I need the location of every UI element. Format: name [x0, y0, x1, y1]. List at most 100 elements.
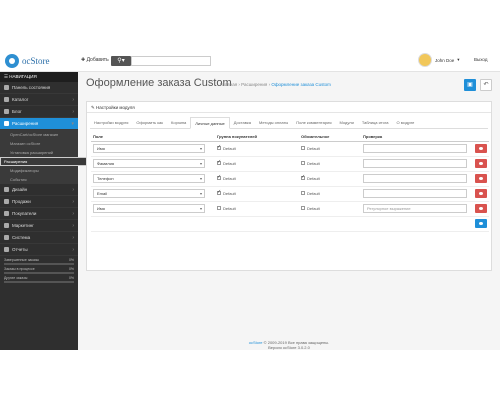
- tab-module-settings[interactable]: Настройки модуля: [90, 117, 132, 128]
- sidebar-subitem[interactable]: OpenCart/ocStore магазин: [0, 130, 78, 139]
- column-header: Группа покупателей: [215, 133, 299, 142]
- sidebar-subitem[interactable]: Модификаторы: [0, 166, 78, 175]
- tag-icon: [4, 97, 9, 102]
- table-row: Имя Default Default: [91, 141, 489, 157]
- sidebar-item-label: Блог: [12, 108, 22, 114]
- user-name: John Doe: [435, 57, 455, 63]
- user-menu[interactable]: John Doe ▾: [418, 53, 460, 67]
- required-checkbox[interactable]: Default: [301, 174, 320, 181]
- search-filter-button[interactable]: ⚲▾: [111, 56, 131, 66]
- table-header-row: Поле Группа покупателей Обязательное Про…: [91, 133, 489, 142]
- tab-shipping[interactable]: Доставка: [230, 117, 255, 128]
- breadcrumb-item[interactable]: Главная: [220, 82, 237, 87]
- tab-totals[interactable]: Таблица итога: [358, 117, 393, 128]
- sidebar-item-customers[interactable]: Покупатели ›: [0, 208, 78, 220]
- stat-value: 0%: [68, 258, 74, 262]
- field-select[interactable]: Фамилия: [93, 159, 205, 168]
- main-content: Оформление заказа Custom Главная › Расши…: [78, 72, 500, 350]
- top-header: ocStore ✚ Добавить ⚲▾ John Doe ▾ Выход: [0, 50, 500, 72]
- sidebar-subitem[interactable]: Магазин ocStore: [0, 139, 78, 148]
- footer-brand-link[interactable]: ocStore: [249, 340, 263, 345]
- progress-bar: [4, 281, 74, 283]
- group-checkbox[interactable]: Default: [217, 189, 236, 196]
- save-button[interactable]: ▣: [464, 79, 476, 91]
- required-checkbox[interactable]: Default: [301, 161, 320, 166]
- field-select[interactable]: Телефон: [93, 174, 205, 183]
- chevron-right-icon: ›: [72, 96, 74, 103]
- remove-row-button[interactable]: [475, 159, 487, 168]
- validation-input[interactable]: Регулярное выражение: [363, 204, 467, 213]
- save-icon: ▣: [467, 82, 473, 88]
- chevron-right-icon: ›: [72, 108, 74, 115]
- chevron-right-icon: ›: [72, 198, 74, 205]
- group-checkbox[interactable]: Default: [217, 144, 236, 151]
- tab-checkout-as[interactable]: Оформить как: [132, 117, 167, 128]
- stat-value: 0%: [68, 267, 74, 271]
- share-icon: [4, 223, 9, 228]
- checkbox-label: Default: [223, 160, 236, 166]
- app-window: ocStore ✚ Добавить ⚲▾ John Doe ▾ Выход ☰…: [0, 50, 500, 350]
- sidebar-item-marketing[interactable]: Маркетинг ›: [0, 220, 78, 232]
- group-checkbox[interactable]: Default: [217, 174, 236, 181]
- remove-row-button[interactable]: [475, 189, 487, 198]
- field-select[interactable]: Имя: [93, 144, 205, 153]
- tab-about[interactable]: О модуле: [392, 117, 418, 128]
- tab-bar: Настройки модуля Оформить как Корзина Ли…: [90, 117, 488, 129]
- tab-payment-methods[interactable]: Методы оплаты: [255, 117, 292, 128]
- validation-input[interactable]: [363, 144, 467, 153]
- stat-value: 0%: [68, 276, 74, 280]
- add-button[interactable]: ✚ Добавить: [81, 57, 109, 63]
- checkbox-label: Default: [307, 175, 320, 181]
- group-checkbox[interactable]: Default: [217, 159, 236, 166]
- tab-cart[interactable]: Корзина: [167, 117, 190, 128]
- sidebar-item-dashboard[interactable]: Панель состояния: [0, 82, 78, 94]
- required-checkbox[interactable]: Default: [301, 146, 320, 151]
- tab-personal-data[interactable]: Личные данные: [190, 117, 230, 129]
- checkbox-label: Default: [307, 205, 320, 211]
- validation-input[interactable]: [363, 159, 467, 168]
- footer: ocStore © 2009-2019 Все права защищены. …: [78, 340, 500, 350]
- checkbox-checked-icon: [217, 174, 221, 181]
- validation-input[interactable]: [363, 189, 467, 198]
- sidebar-item-sales[interactable]: Продажи ›: [0, 196, 78, 208]
- logo[interactable]: ocStore: [5, 54, 50, 68]
- required-checkbox[interactable]: Default: [301, 206, 320, 211]
- sidebar-item-blog[interactable]: Блог ›: [0, 106, 78, 118]
- checkbox-label: Default: [223, 205, 236, 211]
- sidebar-item-label: Дизайн: [12, 186, 28, 192]
- sidebar-item-label: Покупатели: [12, 210, 37, 216]
- tab-comment-field[interactable]: Поле комментария: [292, 117, 335, 128]
- required-checkbox[interactable]: Default: [301, 191, 320, 196]
- logout-link[interactable]: Выход: [474, 57, 487, 62]
- search-input[interactable]: [131, 56, 211, 66]
- checkbox-icon: [301, 191, 305, 196]
- validation-input[interactable]: [363, 174, 467, 183]
- chevron-right-icon: ›: [72, 210, 74, 217]
- remove-row-button[interactable]: [475, 144, 487, 153]
- sidebar-item-reports[interactable]: Отчеты ›: [0, 244, 78, 256]
- settings-panel: ✎ Настройки модуля Настройки модуля Офор…: [86, 101, 492, 271]
- sidebar-item-catalog[interactable]: Каталог ›: [0, 94, 78, 106]
- tab-modules[interactable]: Модули: [336, 117, 358, 128]
- back-button[interactable]: ↶: [480, 79, 492, 91]
- checkbox-label: Default: [223, 190, 236, 196]
- breadcrumb-item[interactable]: Оформление заказа Custom: [271, 82, 331, 87]
- breadcrumb-item[interactable]: Расширения: [241, 82, 267, 87]
- table-row: Имя Default Default Регулярное выражение: [91, 201, 489, 217]
- chevron-down-icon: ▾: [71, 120, 74, 127]
- sidebar-item-system[interactable]: Система ›: [0, 232, 78, 244]
- add-row-button[interactable]: [475, 219, 487, 228]
- field-select[interactable]: Имя: [93, 204, 205, 213]
- field-select[interactable]: Email: [93, 189, 205, 198]
- remove-row-button[interactable]: [475, 204, 487, 213]
- column-header: Проверка: [361, 133, 473, 142]
- group-checkbox[interactable]: Default: [217, 206, 236, 211]
- sidebar-item-design[interactable]: Дизайн ›: [0, 184, 78, 196]
- checkbox-icon: [217, 206, 221, 211]
- stat-label: Завершенные заказы: [4, 258, 40, 262]
- checkbox-icon: [301, 206, 305, 211]
- sidebar-item-extensions[interactable]: Расширения ▾: [0, 118, 78, 130]
- remove-row-button[interactable]: [475, 174, 487, 183]
- stat-label: Заказы в процессе: [4, 267, 35, 271]
- sidebar-subitem[interactable]: Установка расширений: [0, 148, 78, 157]
